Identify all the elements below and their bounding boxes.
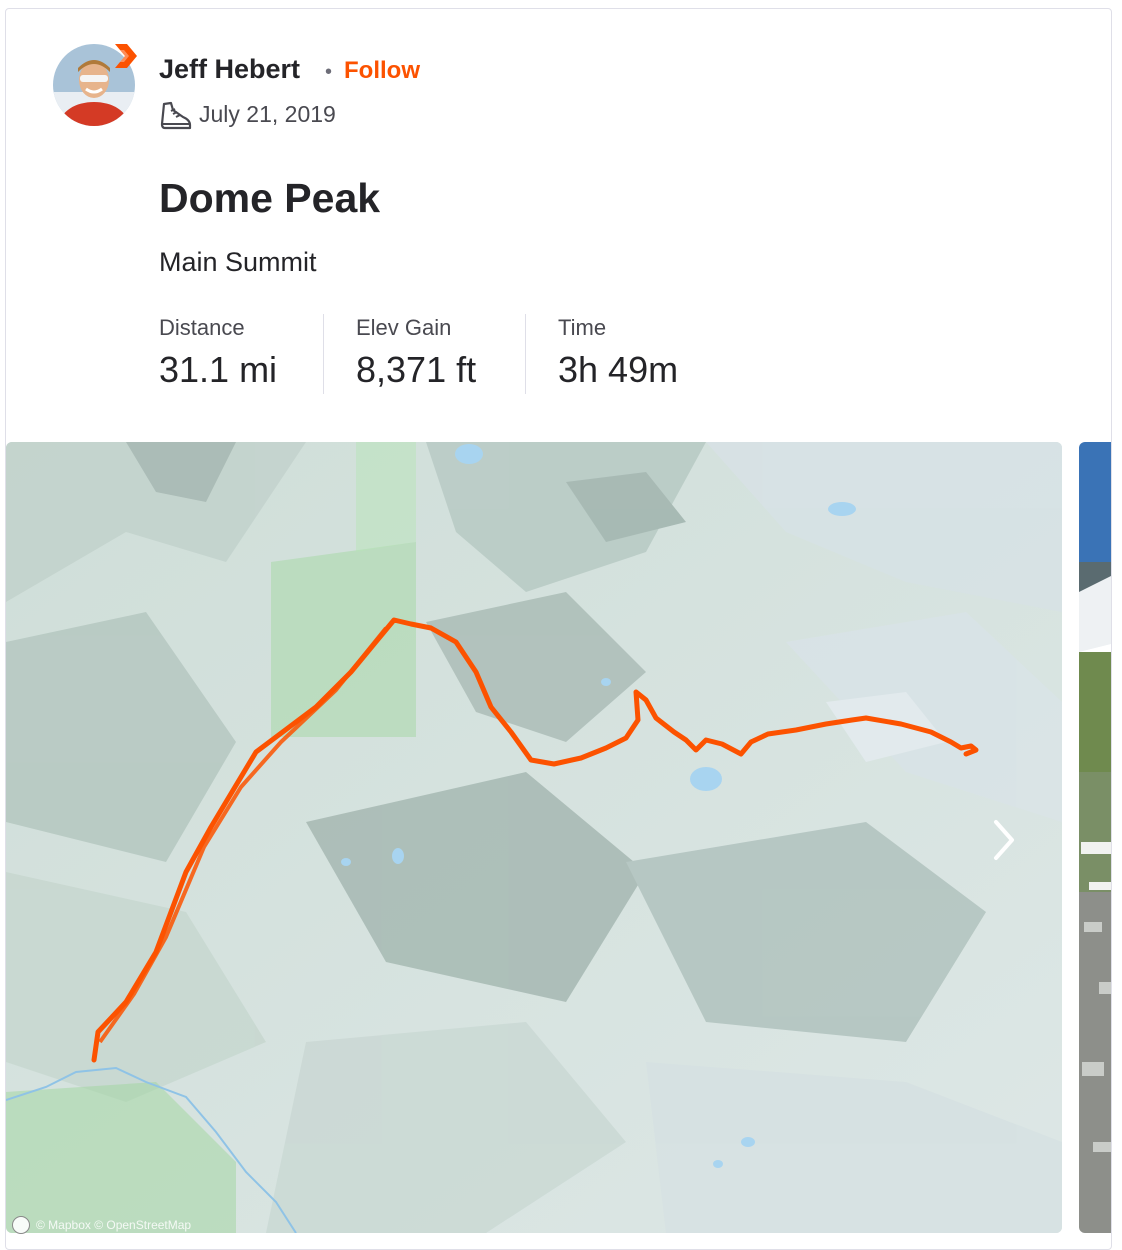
follow-button[interactable]: Follow: [344, 57, 420, 85]
activity-title[interactable]: Dome Peak: [159, 175, 380, 222]
stat-time: Time 3h 49m: [558, 315, 678, 395]
stat-distance: Distance 31.1 mi: [159, 315, 277, 395]
avatar-container[interactable]: [53, 44, 143, 134]
park-area: [271, 542, 416, 737]
subscriber-badge-icon: [111, 42, 139, 70]
route-map[interactable]: [6, 442, 1062, 1233]
stat-label: Time: [558, 315, 607, 340]
attribution-text[interactable]: © Mapbox © OpenStreetMap: [36, 1218, 191, 1232]
photo-thumbnail[interactable]: [1079, 442, 1111, 1233]
activity-date[interactable]: July 21, 2019: [199, 101, 336, 128]
hiking-shoe-icon: [159, 101, 193, 131]
stat-label: Distance: [159, 315, 245, 340]
stat-elevation-gain: Elev Gain 8,371 ft: [356, 315, 476, 395]
separator-dot: •: [325, 61, 333, 83]
stat-divider: [525, 314, 526, 394]
stat-value: 31.1 mi: [159, 349, 278, 390]
stat-value: 3h 49m: [558, 349, 679, 390]
park-area: [356, 442, 416, 552]
stat-value: 8,371 ft: [356, 349, 477, 390]
activity-description: Main Summit: [159, 247, 317, 277]
stat-divider: [323, 314, 324, 394]
activity-card: Jeff Hebert • Follow July 21, 2019 Dome …: [5, 8, 1112, 1250]
stat-label: Elev Gain: [356, 315, 452, 340]
map-attribution[interactable]: © Mapbox © OpenStreetMap: [12, 1215, 191, 1235]
athlete-name[interactable]: Jeff Hebert: [159, 54, 300, 85]
chevron-right-icon[interactable]: [984, 812, 1024, 868]
mapbox-logo-icon[interactable]: [12, 1216, 30, 1234]
